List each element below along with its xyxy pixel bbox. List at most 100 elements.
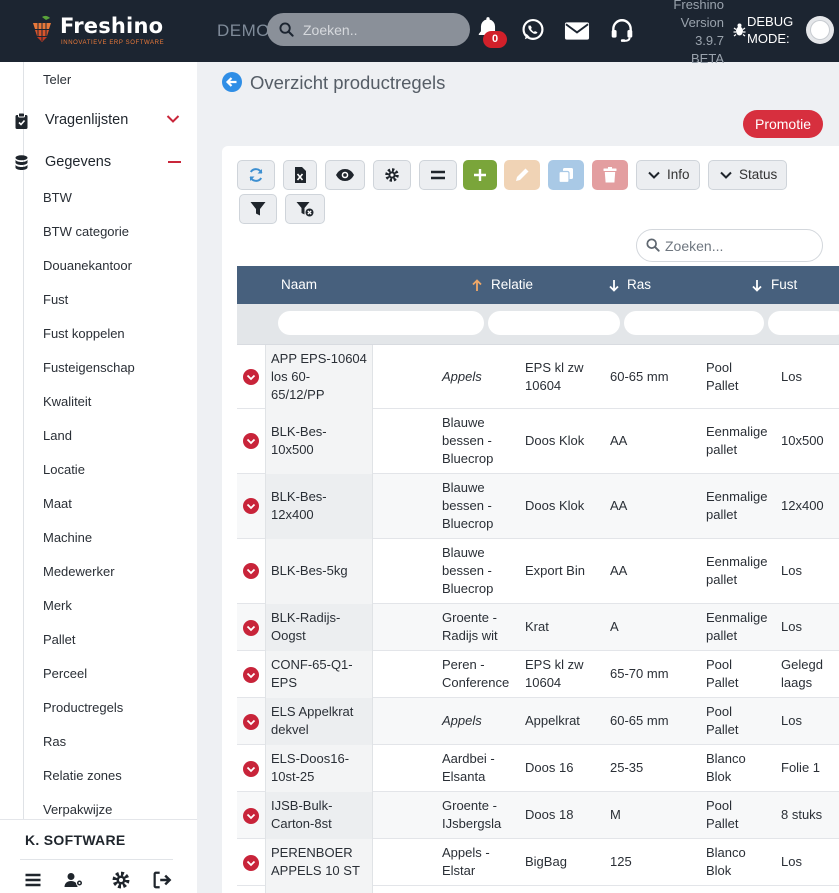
sidebar-subitem[interactable]: Verpakwijze xyxy=(43,802,112,817)
column-header-naam[interactable]: Naam xyxy=(281,277,317,292)
whatsapp-icon[interactable] xyxy=(520,17,546,43)
sidebar-subitem[interactable]: Relatie zones xyxy=(43,768,122,783)
row-toggle-icon[interactable] xyxy=(243,667,259,683)
sidebar-subitem[interactable]: BTW categorie xyxy=(43,224,129,239)
grid-search-input[interactable] xyxy=(665,230,815,261)
sidebar-subitem[interactable]: BTW xyxy=(43,190,72,205)
sidebar-subitem[interactable]: Perceel xyxy=(43,666,87,681)
table-row[interactable]: ELS Appelkrat dekvel Appels Appelkrat 60… xyxy=(237,698,839,745)
equals-button[interactable] xyxy=(419,160,457,190)
sidebar-item-teler[interactable]: Teler xyxy=(43,72,71,87)
debug-label-line: MODE: xyxy=(747,31,790,46)
refresh-icon xyxy=(249,168,263,182)
table-row[interactable]: BLK-Bes- 10x500 Blauwe bessen - Bluecrop… xyxy=(237,409,839,474)
promotie-button[interactable]: Promotie xyxy=(743,110,823,138)
sidebar-subitem[interactable]: Ras xyxy=(43,734,66,749)
table-row[interactable]: BLK-Radijs- Oogst Groente - Radijs wit K… xyxy=(237,604,839,651)
user-settings-icon[interactable] xyxy=(64,870,84,890)
filter-input-relatie[interactable] xyxy=(488,311,620,335)
clear-filter-button[interactable] xyxy=(285,194,325,224)
row-toggle-icon[interactable] xyxy=(243,855,259,871)
sidebar-subitem[interactable]: Pallet xyxy=(43,632,76,647)
sidebar-subitem[interactable]: Land xyxy=(43,428,72,443)
cell-maat: 60-65 mm xyxy=(610,713,669,728)
mail-icon[interactable] xyxy=(564,18,590,44)
cell-relatie: Appels - Elstar xyxy=(442,845,490,878)
row-toggle-icon[interactable] xyxy=(243,433,259,449)
table-row[interactable]: PERENBOER APPELS 10 ST Appels - Elstar B… xyxy=(237,839,839,886)
settings-icon[interactable] xyxy=(111,870,131,890)
sidebar-subitem[interactable]: Fust xyxy=(43,292,68,307)
table-row[interactable] xyxy=(237,886,839,893)
info-dropdown[interactable]: Info xyxy=(636,160,700,190)
row-toggle-icon[interactable] xyxy=(243,563,259,579)
sidebar-subitem[interactable]: Locatie xyxy=(43,462,85,477)
sort-down-icon xyxy=(609,280,619,292)
filter-input-fust[interactable] xyxy=(768,311,839,335)
delete-button[interactable] xyxy=(592,160,628,190)
table-row[interactable]: APP EPS-10604 los 60- 65/12/PP Appels EP… xyxy=(237,345,839,409)
back-button[interactable] xyxy=(222,72,242,92)
sidebar-item-gegevens[interactable]: Gegevens xyxy=(0,145,197,179)
sidebar-item-vragenlijsten[interactable]: Vragenlijsten xyxy=(0,103,197,137)
table-row[interactable]: BLK-Bes- 12x400 Blauwe bessen - Bluecrop… xyxy=(237,474,839,539)
sidebar-subitem[interactable]: Douanekantoor xyxy=(43,258,132,273)
collapse-icon[interactable] xyxy=(168,161,181,163)
column-header-relatie[interactable]: Relatie xyxy=(491,277,533,292)
add-button[interactable] xyxy=(463,160,497,190)
filter-button[interactable] xyxy=(239,194,277,224)
menu-icon[interactable] xyxy=(23,870,43,890)
chevron-down-icon xyxy=(246,568,256,575)
sidebar-subitem[interactable]: Kwaliteit xyxy=(43,394,91,409)
sidebar-subitem[interactable]: Fust koppelen xyxy=(43,326,125,341)
row-toggle-icon[interactable] xyxy=(243,808,259,824)
chevron-down-icon xyxy=(246,503,256,510)
company-name: K. SOFTWARE xyxy=(25,832,126,848)
version-info: Freshino Version 3.9.7 BETA xyxy=(650,0,724,68)
chevron-down-icon xyxy=(246,719,256,726)
cell-naam: PERENBOER APPELS 10 ST xyxy=(271,845,360,878)
sidebar-subitem[interactable]: Merk xyxy=(43,598,72,613)
table-row[interactable]: CONF-65-Q1- EPS Peren - Conference EPS k… xyxy=(237,651,839,698)
cell-extra: Los xyxy=(781,713,802,728)
table-row[interactable]: ELS-Doos16- 10st-25 Aardbei - Elsanta Do… xyxy=(237,745,839,792)
grid-search[interactable] xyxy=(636,229,823,262)
sidebar-subitem[interactable]: Productregels xyxy=(43,700,123,715)
cell-fust: Doos 16 xyxy=(525,760,574,775)
global-search-input[interactable] xyxy=(303,13,463,46)
global-search[interactable] xyxy=(267,13,470,46)
settings-button[interactable] xyxy=(373,160,411,190)
sidebar-subitem[interactable]: Maat xyxy=(43,496,72,511)
logout-icon[interactable] xyxy=(153,870,173,890)
cell-relatie: Blauwe bessen - Bluecrop xyxy=(442,480,494,531)
copy-button[interactable] xyxy=(548,160,584,190)
cell-relatie: Appels xyxy=(442,369,482,384)
edit-button[interactable] xyxy=(504,160,540,190)
chevron-down-icon xyxy=(246,766,256,773)
toggle-knob xyxy=(811,21,829,39)
column-header-fust[interactable]: Fust xyxy=(771,277,797,292)
sidebar-subitem[interactable]: Medewerker xyxy=(43,564,115,579)
view-button[interactable] xyxy=(325,160,365,190)
divider xyxy=(20,859,173,860)
filter-input-ras[interactable] xyxy=(624,311,764,335)
row-toggle-icon[interactable] xyxy=(243,620,259,636)
row-toggle-icon[interactable] xyxy=(243,761,259,777)
freshino-logo[interactable]: Freshino INNOVATIEVE ERP SOFTWARE xyxy=(30,13,170,49)
refresh-button[interactable] xyxy=(237,160,275,190)
row-toggle-icon[interactable] xyxy=(243,498,259,514)
export-excel-button[interactable] xyxy=(283,160,317,190)
headset-icon[interactable] xyxy=(609,17,635,43)
row-toggle-icon[interactable] xyxy=(243,714,259,730)
row-toggle-icon[interactable] xyxy=(243,369,259,385)
sidebar-subitem[interactable]: Machine xyxy=(43,530,92,545)
cell-extra: Los xyxy=(781,563,802,578)
table-row[interactable]: IJSB-Bulk- Carton-8st Groente - IJsbergs… xyxy=(237,792,839,839)
status-dropdown[interactable]: Status xyxy=(708,160,787,190)
debug-mode-toggle[interactable] xyxy=(806,16,834,44)
table-row[interactable]: BLK-Bes-5kg Blauwe bessen - Bluecrop Exp… xyxy=(237,539,839,604)
chevron-down-icon[interactable] xyxy=(166,114,180,124)
filter-input-naam[interactable] xyxy=(278,311,484,335)
sidebar-subitem[interactable]: Fusteigenschap xyxy=(43,360,135,375)
column-header-ras[interactable]: Ras xyxy=(627,277,651,292)
